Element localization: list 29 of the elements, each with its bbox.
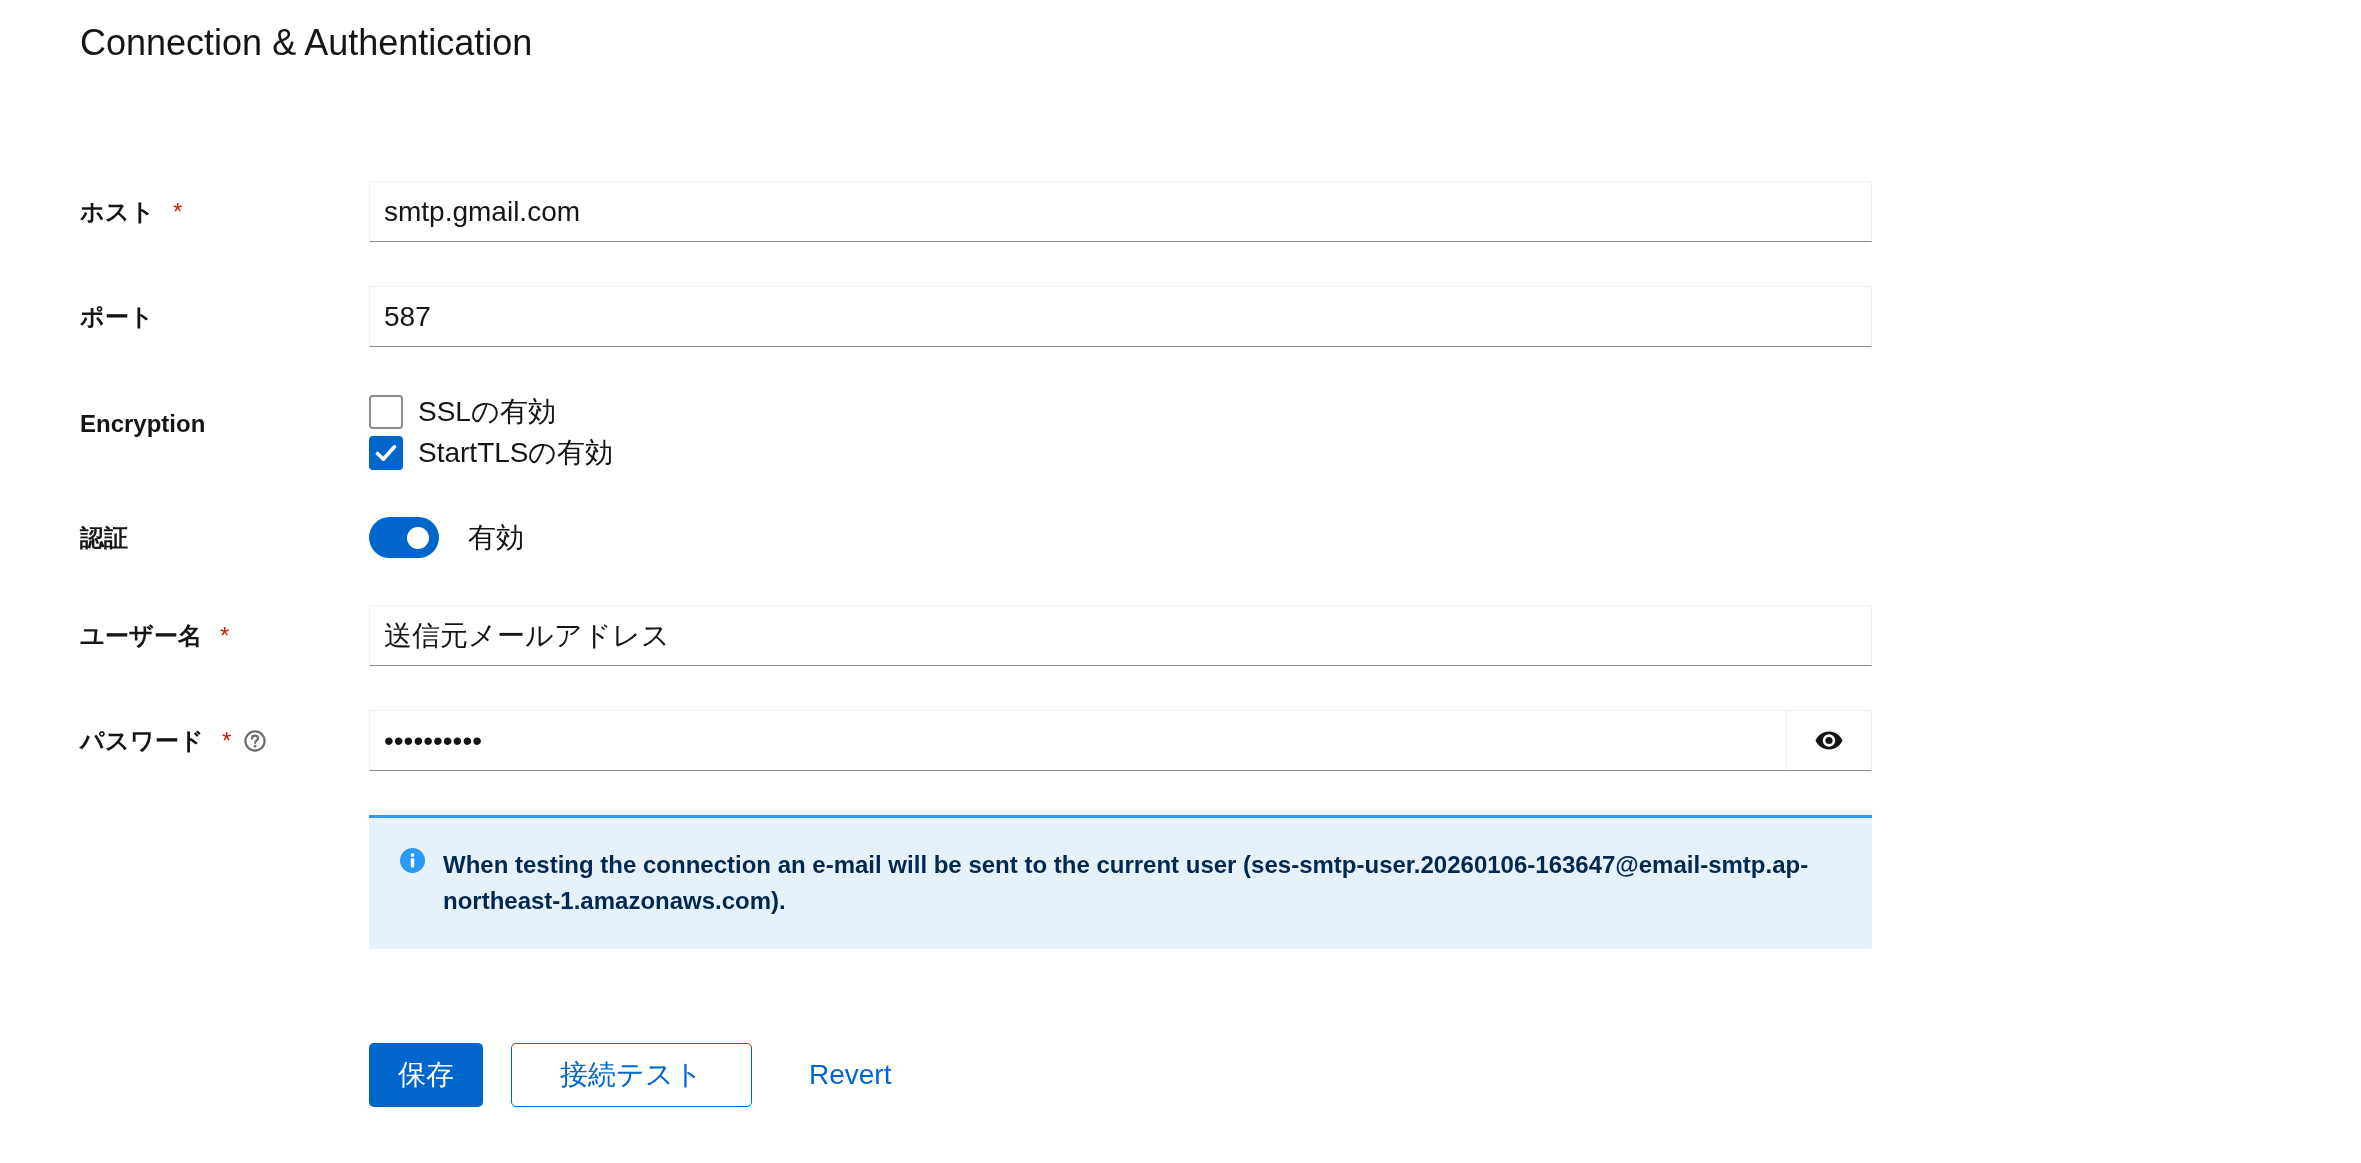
help-icon[interactable] — [244, 729, 267, 752]
checkbox[interactable] — [369, 436, 403, 470]
checkmark-icon — [375, 444, 397, 462]
text-field[interactable]: smtp.gmail.com — [369, 181, 1872, 242]
field-label: ポート — [80, 301, 154, 332]
text-field[interactable]: 587 — [369, 286, 1872, 347]
field-label: ホスト — [80, 196, 155, 227]
checkbox-label: StartTLSの有効 — [418, 436, 614, 470]
checkbox[interactable] — [369, 395, 403, 429]
text-field[interactable]: 送信元メールアドレス — [369, 605, 1872, 666]
password-field[interactable]: •••••••••• — [369, 710, 1787, 771]
field-label: 認証 — [80, 522, 128, 553]
eye-icon — [1815, 731, 1843, 750]
revert-link[interactable]: Revert — [780, 1043, 921, 1107]
alert-message: When testing the connection an e-mail will be sent to the current user (ses-smtp-user.20260106-163647@email-smtp.ap-northeast-1.amazonaws.com). — [443, 850, 1810, 916]
checkbox-label: SSLの有効 — [418, 395, 556, 429]
required-asterisk: * — [222, 725, 232, 756]
field-label: パスワード — [80, 725, 204, 756]
field-label: Encryption — [80, 409, 206, 439]
toggle-switch[interactable] — [369, 517, 439, 558]
field-label: ユーザー名 — [80, 620, 202, 651]
info-icon — [400, 848, 425, 873]
section-title: Connection & Authentication — [80, 23, 533, 63]
toggle-label: 有効 — [468, 520, 524, 555]
required-asterisk: * — [173, 196, 183, 227]
required-asterisk: * — [220, 620, 230, 651]
show-password-button[interactable] — [1787, 710, 1872, 771]
test-connection-button[interactable]: 接続テスト — [511, 1043, 752, 1107]
save-button[interactable]: 保存 — [369, 1043, 483, 1107]
